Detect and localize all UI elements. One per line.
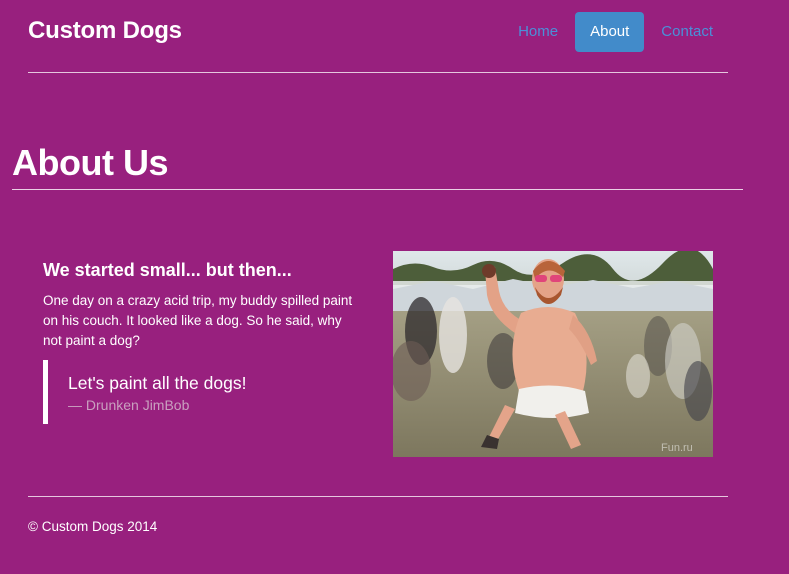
story-heading: We started small... but then... xyxy=(43,260,292,280)
quote-block: Let's paint all the dogs! — Drunken JimB… xyxy=(43,360,246,424)
quote-text: Let's paint all the dogs! xyxy=(68,373,247,393)
story-body: One day on a crazy acid trip, my buddy s… xyxy=(43,293,353,348)
footer-divider xyxy=(28,496,728,497)
site-header: Custom Dogs Home About Contact xyxy=(28,0,728,73)
footer-copyright: © Custom Dogs 2014 xyxy=(28,519,158,534)
brand-logo[interactable]: Custom Dogs xyxy=(28,17,182,45)
nav-home-link[interactable]: Home xyxy=(503,12,573,52)
main-nav: Home About Contact xyxy=(501,12,728,52)
quote-citation: — Drunken JimBob xyxy=(68,397,190,413)
page: Custom Dogs Home About Contact About Us … xyxy=(0,0,789,574)
title-divider xyxy=(12,189,743,190)
festival-photo-illustration: Fun.ru xyxy=(393,251,713,457)
nav-contact-link[interactable]: Contact xyxy=(646,12,728,52)
photo-watermark: Fun.ru xyxy=(661,442,693,454)
nav-about-link[interactable]: About xyxy=(575,12,645,52)
about-photo: Fun.ru xyxy=(393,251,713,457)
page-title: About Us xyxy=(12,142,168,183)
